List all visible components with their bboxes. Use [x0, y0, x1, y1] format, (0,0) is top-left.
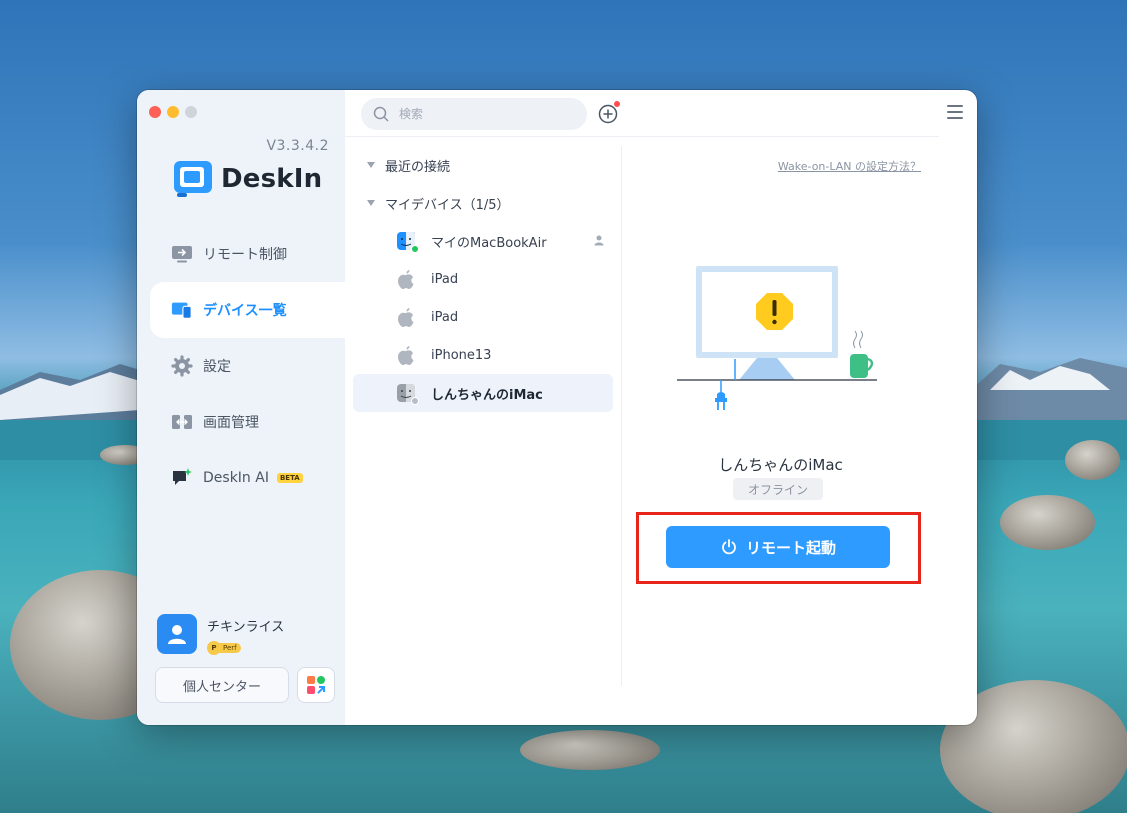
remote-wake-button[interactable]: リモート起動 [666, 526, 890, 568]
triangle-down-icon [367, 200, 375, 206]
remote-control-icon [171, 243, 193, 265]
user-name: チキンライス [207, 620, 285, 635]
user-icon [168, 625, 186, 644]
add-device-button[interactable] [597, 101, 620, 125]
logo-text: DeskIn [221, 164, 323, 194]
main-panel: 最近の接続 マイデバイス（1/5） マイのMacBookAir [345, 90, 977, 725]
offline-computer-illustration [677, 266, 877, 410]
device-item-selected[interactable]: しんちゃんのiMac [353, 374, 613, 412]
sidebar-item-label: DeskIn AI [203, 470, 269, 486]
device-item[interactable]: iPad [353, 298, 613, 336]
personal-center-button[interactable]: 個人センター [155, 667, 289, 703]
group-label: マイデバイス（1/5） [385, 197, 510, 213]
status-badge: オフライン [733, 478, 823, 500]
search-input[interactable] [399, 107, 559, 121]
device-name: iPad [431, 271, 459, 287]
power-icon [722, 539, 736, 555]
selected-device-name: しんちゃんのiMac [718, 456, 843, 474]
triangle-down-icon [367, 162, 375, 168]
close-button[interactable] [149, 106, 161, 118]
sidebar-item-label: リモート制御 [203, 247, 287, 263]
group-recent-connections[interactable]: 最近の接続 [345, 146, 621, 184]
group-my-devices[interactable]: マイデバイス（1/5） [345, 184, 621, 222]
hamburger-icon [947, 111, 963, 113]
deskin-logo-icon [174, 161, 212, 197]
background-rock [1065, 440, 1120, 480]
gear-icon [171, 355, 193, 377]
device-name: しんちゃんのiMac [431, 387, 543, 403]
device-list-icon [171, 299, 193, 321]
menu-button[interactable] [947, 105, 963, 119]
group-label: 最近の接続 [385, 159, 451, 175]
device-name: iPhone13 [431, 347, 492, 363]
device-item[interactable]: マイのMacBookAir [353, 222, 613, 260]
deskin-window: V3.3.4.2 DeskIn リモート制御 デバイス一覧 設定 画面管理 De… [137, 90, 977, 725]
window-controls [149, 106, 197, 118]
tier-label: Perf [219, 643, 241, 653]
apple-icon [395, 268, 417, 290]
online-status-dot [411, 245, 419, 253]
finder-icon [395, 230, 419, 253]
user-profile[interactable]: チキンライス P Perf [157, 614, 284, 655]
sidebar-item-settings[interactable]: 設定 [137, 338, 345, 394]
app-version: V3.3.4.2 [266, 138, 329, 154]
apple-icon [395, 344, 417, 366]
device-list: 最近の接続 マイデバイス（1/5） マイのMacBookAir iPad iPa… [345, 146, 621, 412]
sidebar-item-label: 設定 [203, 359, 231, 375]
sidebar: V3.3.4.2 DeskIn リモート制御 デバイス一覧 設定 画面管理 De… [137, 90, 345, 725]
device-item[interactable]: iPad [353, 260, 613, 298]
search-bar[interactable] [361, 98, 587, 130]
avatar[interactable] [157, 614, 197, 654]
sidebar-item-screen-manage[interactable]: 画面管理 [137, 394, 345, 450]
apps-button[interactable] [297, 667, 335, 703]
device-name: iPad [431, 309, 459, 325]
zoom-button[interactable] [185, 106, 197, 118]
divider [345, 136, 939, 137]
sidebar-item-remote-control[interactable]: リモート制御 [137, 226, 345, 282]
sidebar-item-device-list[interactable]: デバイス一覧 [150, 282, 345, 338]
screen-manage-icon [171, 411, 193, 433]
search-icon [373, 106, 389, 122]
tier-badge: P Perf [207, 641, 241, 655]
user-info: チキンライス P Perf [207, 614, 284, 655]
offline-status-dot [411, 397, 419, 405]
sidebar-item-deskin-ai[interactable]: DeskIn AI BETA [137, 450, 345, 506]
notification-dot [614, 101, 620, 107]
sidebar-nav: リモート制御 デバイス一覧 設定 画面管理 DeskIn AI BETA [137, 226, 345, 506]
apps-grid-icon [307, 676, 325, 694]
wol-help-link[interactable]: Wake-on-LAN の設定方法？ [778, 158, 921, 174]
background-rock [1000, 495, 1095, 550]
minimize-button[interactable] [167, 106, 179, 118]
sidebar-item-label: 画面管理 [203, 415, 259, 431]
app-logo: DeskIn [173, 160, 322, 198]
ai-chat-icon [171, 467, 193, 489]
device-name: マイのMacBookAir [431, 235, 547, 251]
apple-icon [395, 306, 417, 328]
device-item[interactable]: iPhone13 [353, 336, 613, 374]
user-mini-icon [593, 234, 605, 250]
hamburger-icon [947, 105, 963, 107]
remote-wake-label: リモート起動 [745, 538, 836, 557]
device-detail: Wake-on-LAN の設定方法？ しんちゃんのiMac オフライン リモート… [622, 146, 939, 706]
background-rock [520, 730, 660, 770]
beta-badge: BETA [276, 473, 303, 483]
sidebar-item-label: デバイス一覧 [203, 303, 287, 319]
hamburger-icon [947, 117, 963, 119]
finder-icon [395, 382, 419, 405]
